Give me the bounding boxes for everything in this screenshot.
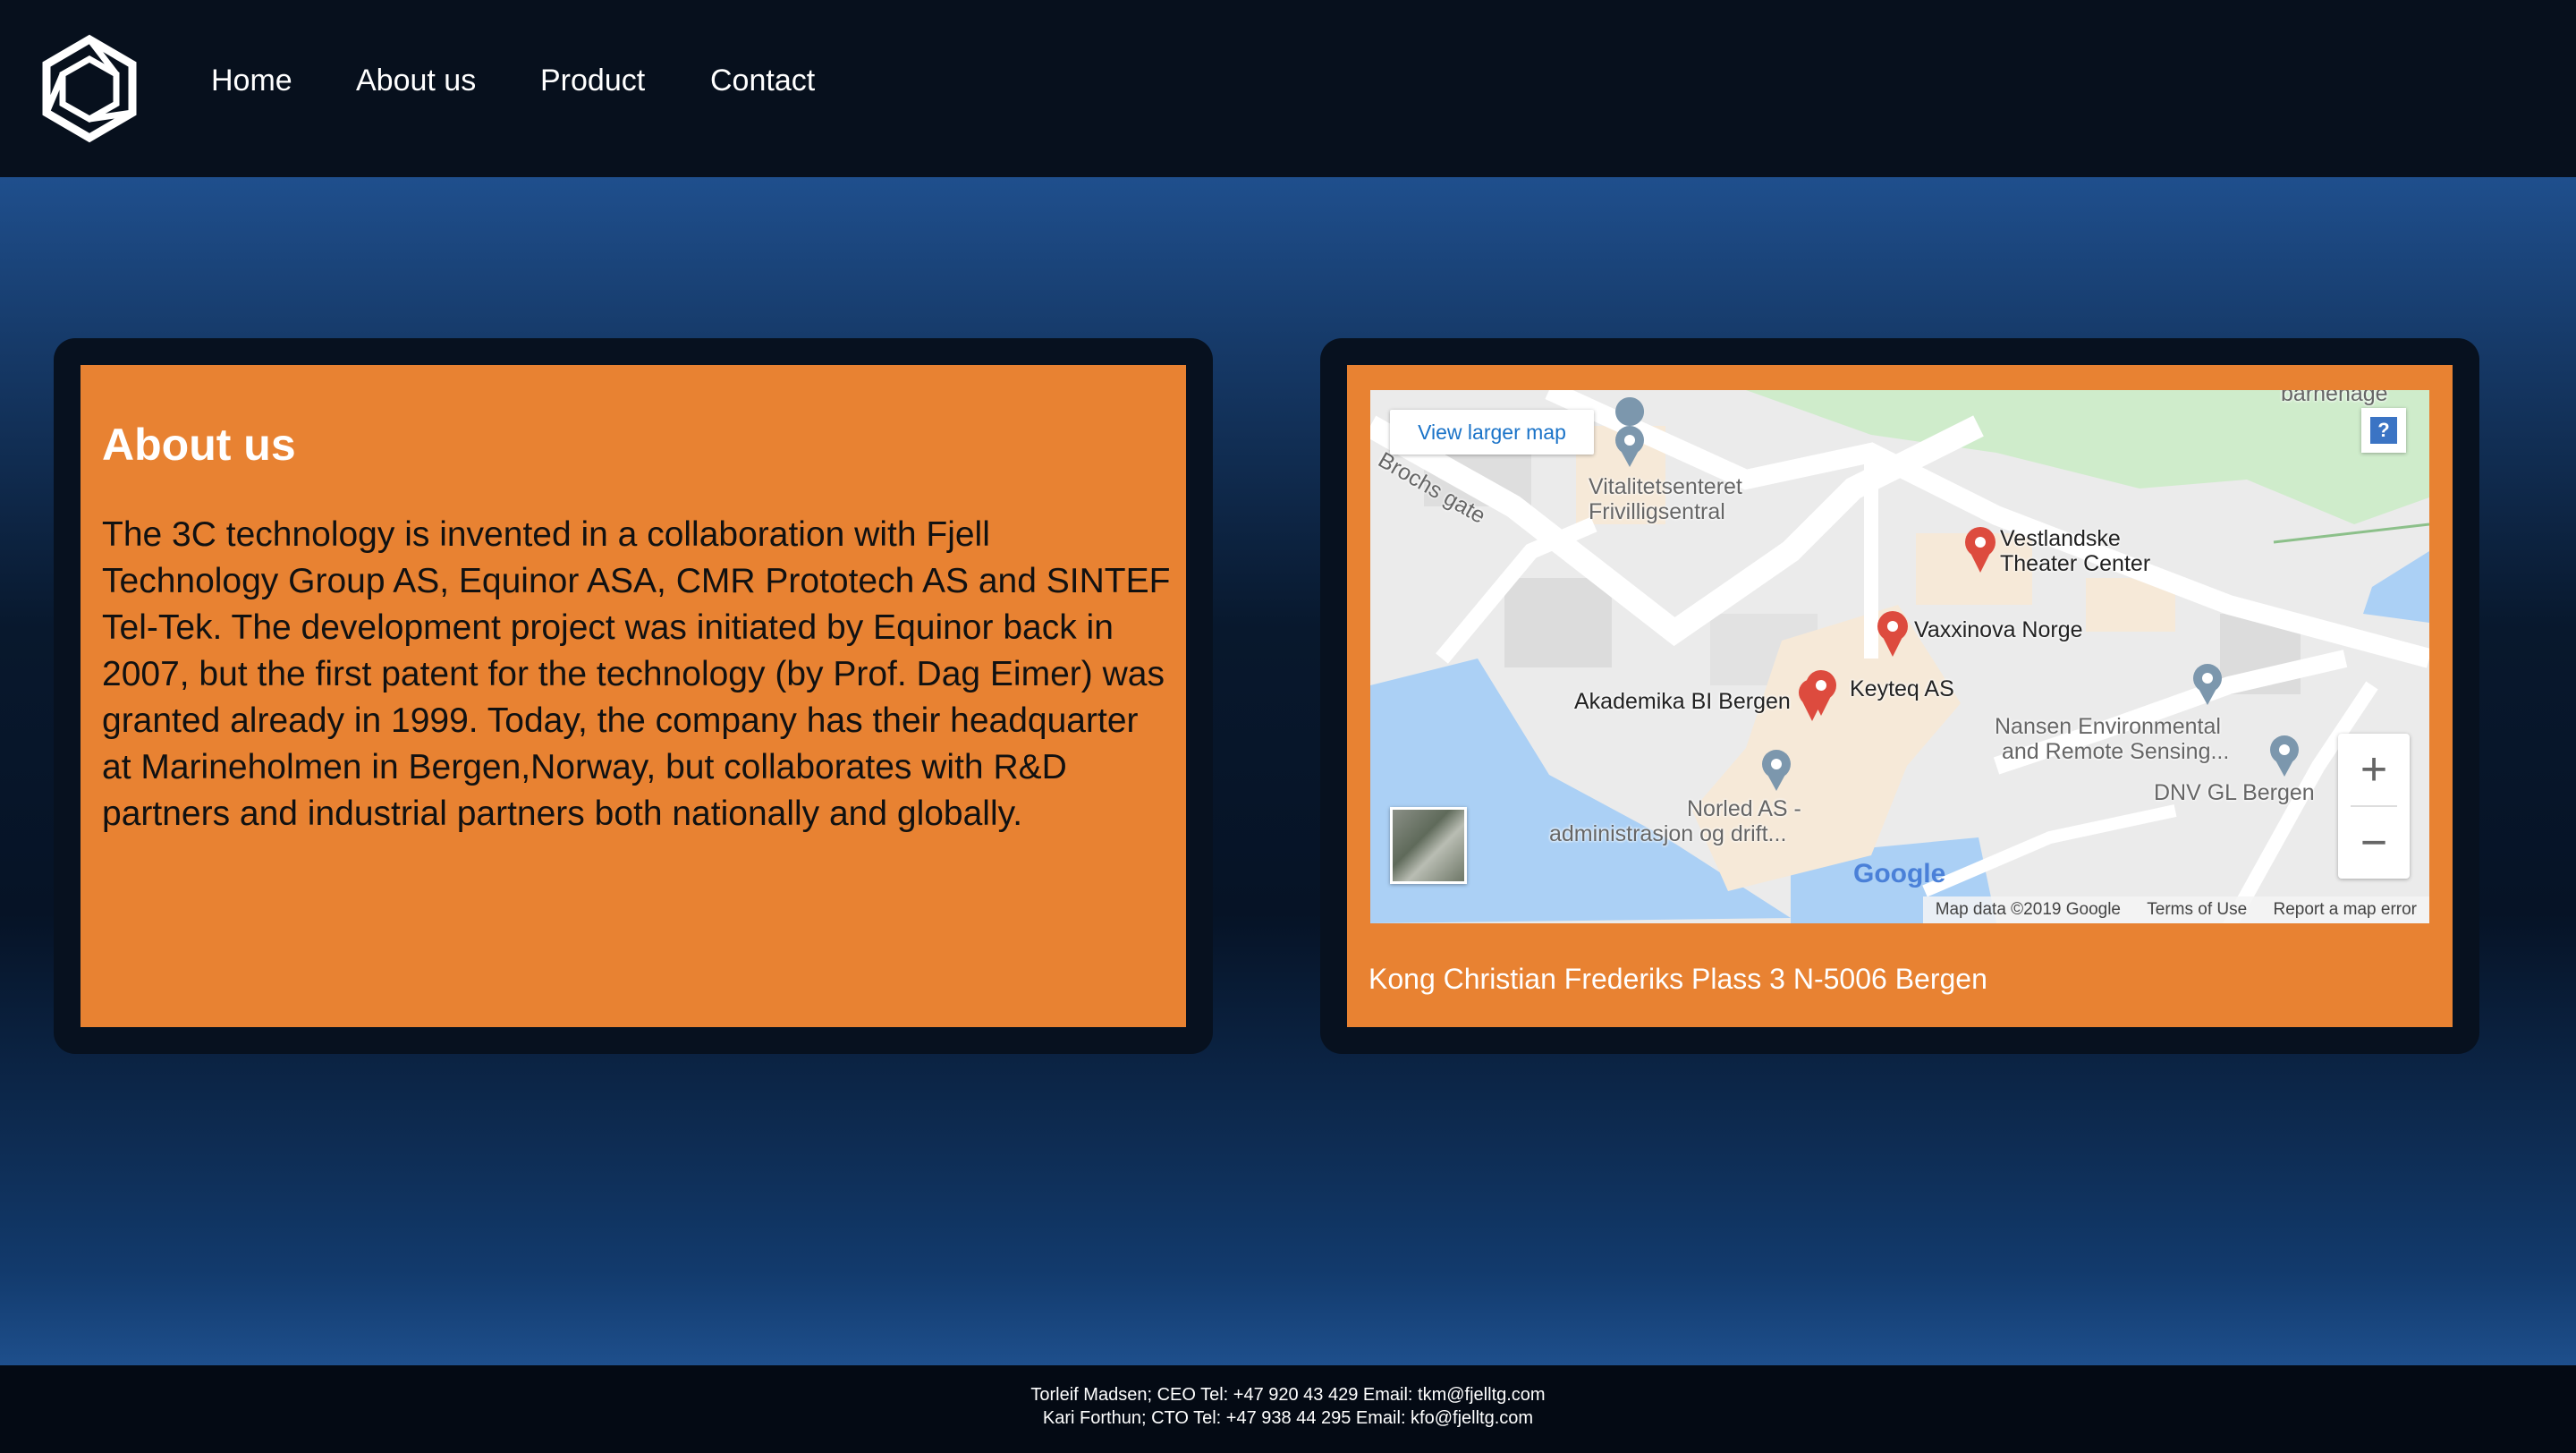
map-label-theater: Theater Center [2000,551,2151,576]
map-panel: Brochs gate barnehage Vitalitetsenteret … [1320,338,2479,1054]
map-attribution: Map data ©2019 Google Terms of Use Repor… [1922,896,2429,923]
google-logo: Google [1853,859,1946,888]
nav-contact-link[interactable]: Contact [710,55,815,106]
nav-product-link[interactable]: Product [540,55,645,106]
map-label-barnehage: barnehage [2281,390,2388,406]
view-larger-map-link[interactable]: View larger map [1390,410,1594,455]
address-text: Kong Christian Frederiks Plass 3 N-5006 … [1368,963,1987,995]
map-label-norled-2: administrasjon og drift... [1549,821,1787,846]
zoom-in-button[interactable]: + [2338,734,2410,805]
terms-of-use-link[interactable]: Terms of Use [2147,900,2247,919]
map-help-button[interactable]: ? [2361,408,2406,453]
map-base-graphic [1370,390,2429,923]
map-zoom-control: + − [2338,734,2410,879]
map-data-text: Map data ©2019 Google [1935,900,2121,919]
map-label-nansen-2: and Remote Sensing... [2002,739,2230,764]
report-map-error-link[interactable]: Report a map error [2273,900,2417,919]
top-navbar: Home About us Product Contact [0,0,2576,179]
satellite-toggle[interactable] [1390,807,1467,884]
embedded-map[interactable]: Brochs gate barnehage Vitalitetsenteret … [1370,390,2429,923]
about-text: The 3C technology is invented in a colla… [102,515,1171,833]
map-label-keyteq: Keyteq AS [1850,676,1954,701]
about-card: About us The 3C technology is invented i… [80,365,1186,1027]
map-label-norled: Norled AS - [1687,796,1801,821]
map-card: Brochs gate barnehage Vitalitetsenteret … [1347,365,2453,1027]
hexagon-logo-icon[interactable] [34,32,145,143]
about-panel: About us The 3C technology is invented i… [54,338,1213,1054]
map-label-akademika: Akademika BI Bergen [1574,689,1791,714]
footer: Torleif Madsen; CEO Tel: +47 920 43 429 … [0,1365,2576,1453]
nav-about-link[interactable]: About us [356,55,476,106]
map-label-nansen: Nansen Environmental [1995,714,2221,739]
footer-contact-cto: Kari Forthun; CTO Tel: +47 938 44 295 Em… [1042,1408,1534,1428]
zoom-out-button[interactable]: − [2338,807,2410,879]
nav-home-link[interactable]: Home [211,55,292,106]
map-label-vaxxinova: Vaxxinova Norge [1914,617,2083,642]
help-icon: ? [2370,417,2397,444]
footer-contact-ceo: Torleif Madsen; CEO Tel: +47 920 43 429 … [1030,1385,1546,1405]
map-label-frivillig: Frivilligsentral [1589,499,1725,524]
about-title: About us [102,420,296,470]
map-label-vestlandske: Vestlandske [2000,526,2121,551]
map-label-dnv: DNV GL Bergen [2154,780,2315,805]
map-label-vitalitet: Vitalitetsenteret [1589,474,1742,499]
